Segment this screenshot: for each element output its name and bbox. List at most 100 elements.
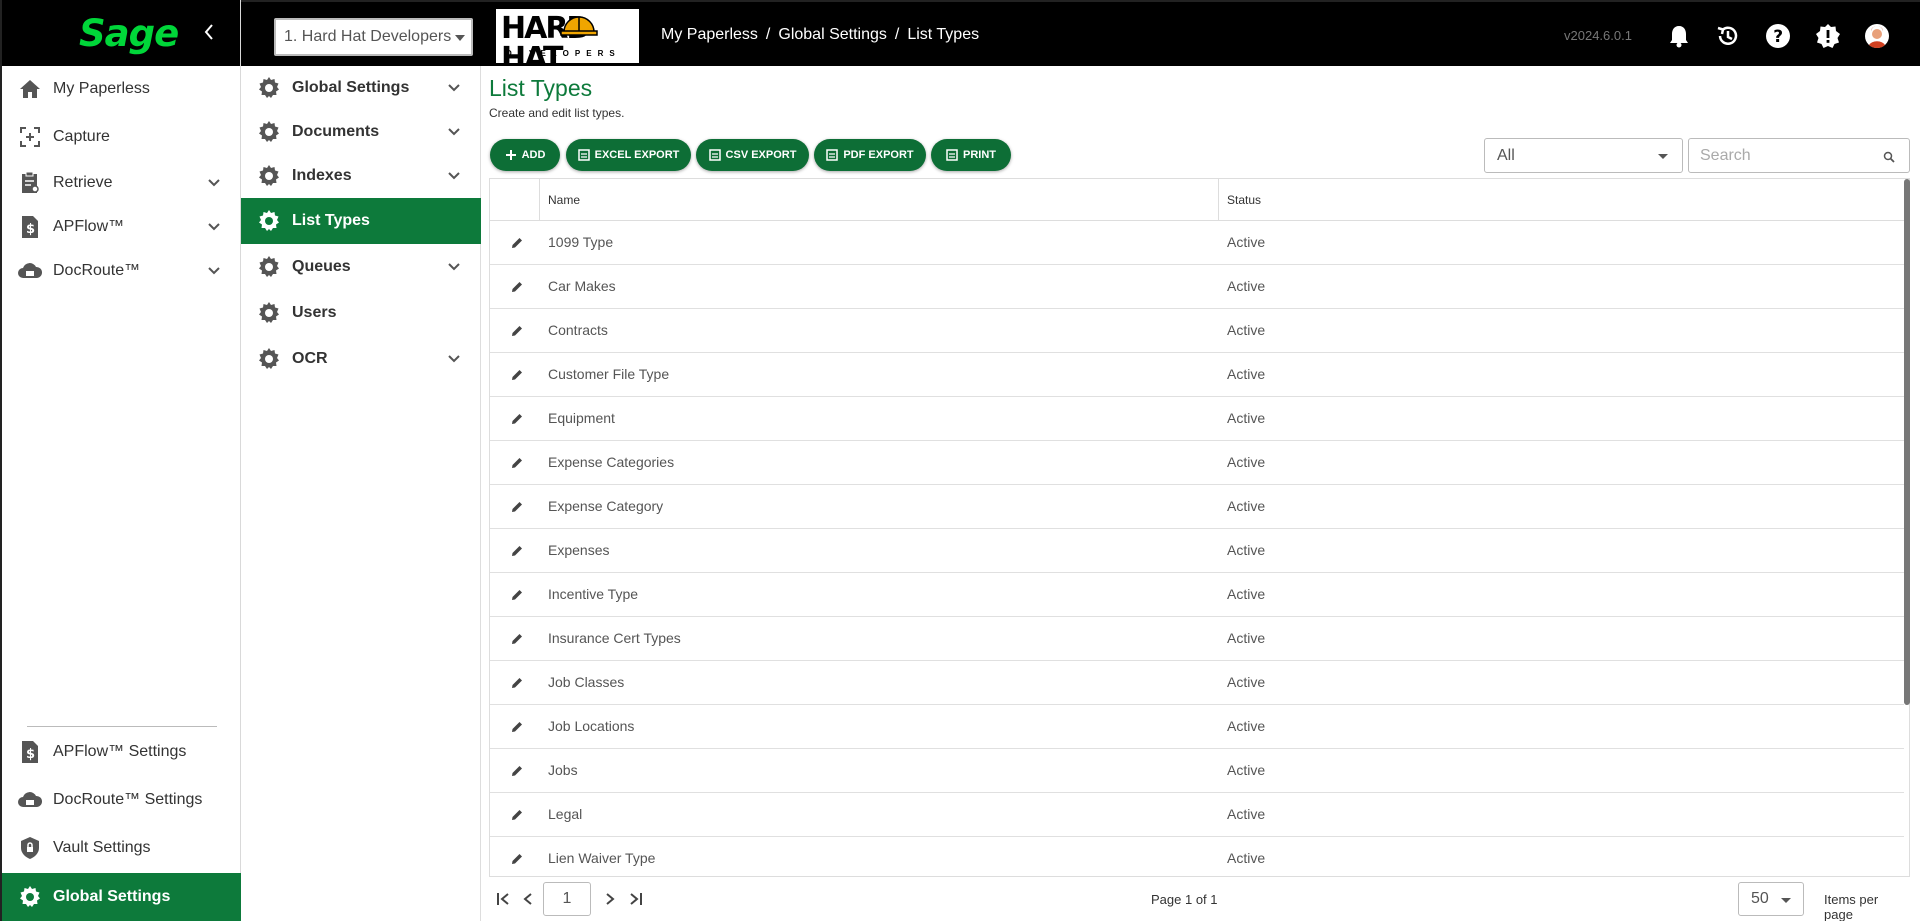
row-name: Insurance Cert Types [548,630,681,646]
svg-text:?: ? [1773,27,1783,47]
pencil-edit-icon[interactable] [509,235,525,251]
pencil-edit-icon[interactable] [509,587,525,603]
gear-icon [17,884,43,910]
row-status: Active [1227,278,1266,294]
pencil-edit-icon[interactable] [509,631,525,647]
page-number-input[interactable] [543,882,591,916]
status-column-header[interactable]: Status [1227,193,1261,207]
nav-apflow[interactable]: $ APFlow™ [2,205,241,249]
collapse-sidebar-chevron-icon[interactable] [202,22,222,44]
table-row[interactable]: Customer File Type Active [490,353,1904,397]
history-icon[interactable] [1715,23,1741,49]
pencil-edit-icon[interactable] [509,675,525,691]
table-row[interactable]: Jobs Active [490,749,1904,793]
logo-subtext: DEVELOPERS [506,49,621,58]
pencil-edit-icon[interactable] [509,411,525,427]
pencil-edit-icon[interactable] [509,763,525,779]
plus-icon [505,149,517,161]
nav-global-settings[interactable]: Global Settings [2,873,241,921]
subnav-indexes[interactable]: Indexes [241,154,481,198]
export-file-icon [577,149,590,161]
row-status: Active [1227,410,1266,426]
nav-apflow-settings[interactable]: $ APFlow™ Settings [2,730,241,774]
row-status: Active [1227,322,1266,338]
nav-docroute[interactable]: DocRoute™ [2,249,241,293]
breadcrumb-my-paperless[interactable]: My Paperless [661,26,758,44]
nav-capture[interactable]: Capture [2,115,241,159]
pencil-edit-icon[interactable] [509,367,525,383]
list-types-table: Name Status 1099 Type Active Car Makes Act… [489,178,1910,877]
table-row[interactable]: Legal Active [490,793,1904,837]
chevron-down-icon [447,259,461,277]
hard-hat-helmet-icon [560,12,598,43]
add-button[interactable]: ADD [490,139,560,171]
help-icon[interactable]: ? [1765,23,1791,49]
alert-badge-icon[interactable] [1815,23,1841,49]
subnav-global-settings[interactable]: Global Settings [241,66,481,110]
column-separator[interactable] [1218,179,1219,220]
table-row[interactable]: Incentive Type Active [490,573,1904,617]
pencil-edit-icon[interactable] [509,543,525,559]
chevron-down-icon [207,175,221,193]
user-avatar[interactable] [1864,23,1890,49]
status-filter-select[interactable]: All [1484,138,1683,173]
next-page-icon[interactable] [600,889,620,909]
pencil-edit-icon[interactable] [509,719,525,735]
nav-docroute-settings[interactable]: DocRoute™ Settings [2,778,241,822]
table-row[interactable]: Lien Waiver Type Active [490,837,1904,876]
table-row[interactable]: Insurance Cert Types Active [490,617,1904,661]
pdf-export-button[interactable]: PDF EXPORT [814,139,926,171]
search-icon[interactable] [1883,150,1895,168]
pencil-edit-icon[interactable] [509,807,525,823]
excel-export-button[interactable]: EXCEL EXPORT [566,139,691,171]
pencil-edit-icon[interactable] [509,499,525,515]
row-name: Contracts [548,322,608,338]
gear-icon [256,254,282,280]
row-name: Expenses [548,542,610,558]
pencil-edit-icon[interactable] [509,851,525,867]
search-input[interactable] [1690,140,1870,171]
pencil-edit-icon[interactable] [509,455,525,471]
last-page-icon[interactable] [625,889,645,909]
table-row[interactable]: Expenses Active [490,529,1904,573]
first-page-icon[interactable] [494,889,514,909]
subnav-label: Users [292,304,337,321]
breadcrumb-global-settings[interactable]: Global Settings [778,26,887,44]
table-row[interactable]: Job Classes Active [490,661,1904,705]
items-per-page-select[interactable]: 50 [1738,882,1804,916]
nav-vault-settings[interactable]: Vault Settings [2,826,241,870]
table-row[interactable]: Expense Categories Active [490,441,1904,485]
csv-export-button[interactable]: CSV EXPORT [696,139,809,171]
row-name: Jobs [548,762,578,778]
row-status: Active [1227,542,1266,558]
subnav-ocr[interactable]: OCR [241,337,481,381]
company-select[interactable]: 1. Hard Hat Developers [274,18,473,56]
row-name: Lien Waiver Type [548,850,656,866]
print-button[interactable]: PRINT [931,139,1011,171]
table-row[interactable]: Car Makes Active [490,265,1904,309]
subnav-queues[interactable]: Queues [241,245,481,289]
row-name: Legal [548,806,583,822]
nav-retrieve[interactable]: Retrieve [2,161,241,205]
pencil-edit-icon[interactable] [509,323,525,339]
subnav-list-types[interactable]: List Types [241,198,481,244]
invoice-dollar-icon: $ [17,739,43,765]
nav-my-paperless[interactable]: My Paperless [2,67,241,111]
table-scrollbar[interactable] [1904,179,1910,705]
table-row[interactable]: Job Locations Active [490,705,1904,749]
name-column-header[interactable]: Name [548,193,580,207]
bell-icon[interactable] [1666,23,1692,49]
row-status: Active [1227,850,1266,866]
previous-page-icon[interactable] [518,889,538,909]
pencil-edit-icon[interactable] [509,279,525,295]
items-per-page-value: 50 [1751,890,1769,907]
table-row[interactable]: 1099 Type Active [490,221,1904,265]
table-row[interactable]: Equipment Active [490,397,1904,441]
table-row[interactable]: Expense Category Active [490,485,1904,529]
subnav-documents[interactable]: Documents [241,110,481,154]
nav-divider [27,726,217,727]
row-name: Job Classes [548,674,625,690]
subnav-users[interactable]: Users [241,291,481,335]
excel-export-label: EXCEL EXPORT [594,149,680,161]
table-row[interactable]: Contracts Active [490,309,1904,353]
